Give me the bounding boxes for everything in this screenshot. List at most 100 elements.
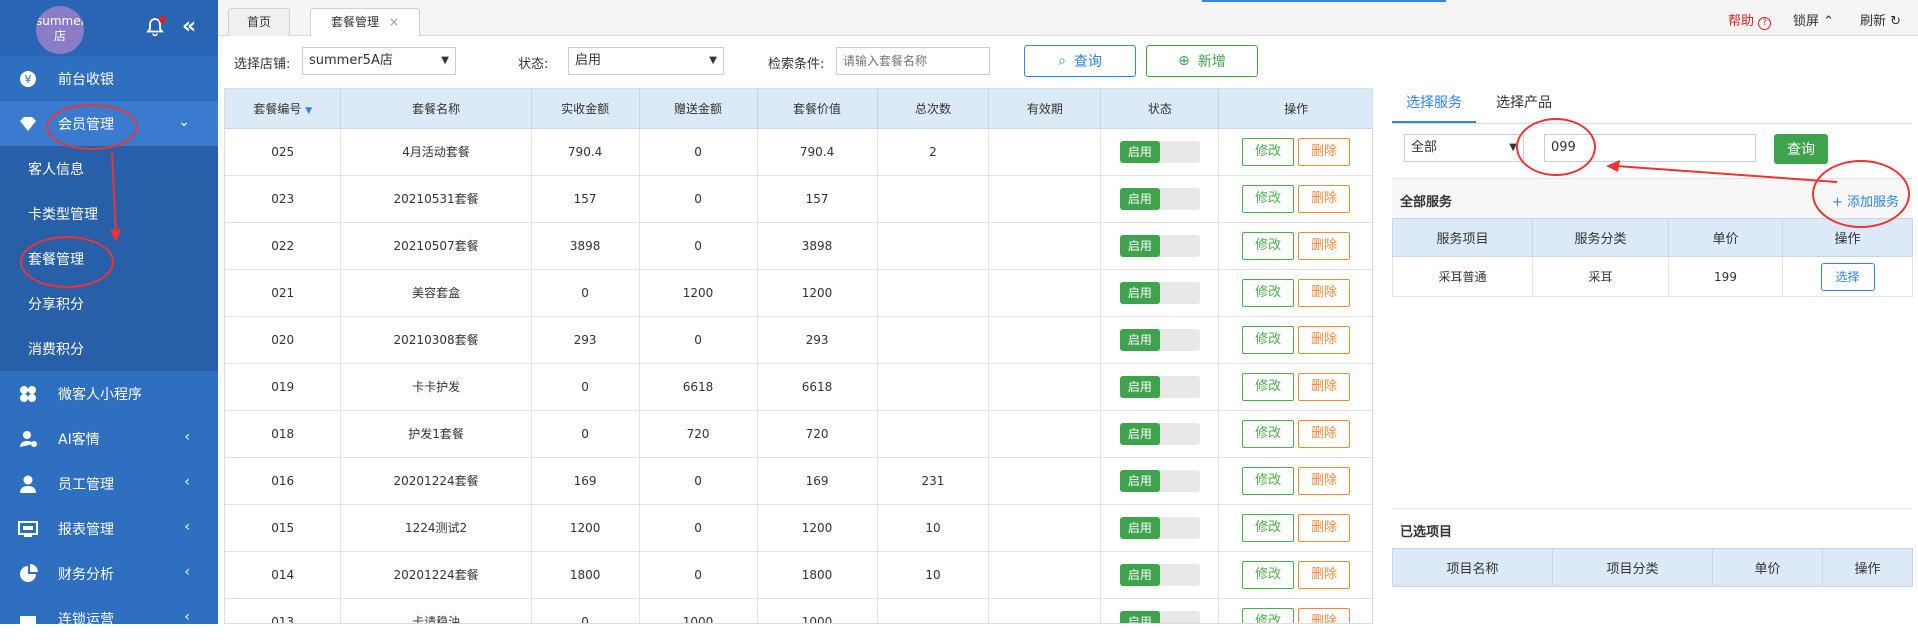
table-cell: 采耳普通 <box>1392 256 1533 297</box>
sidebar-sub-label: 客人信息 <box>28 161 84 178</box>
delete-button[interactable]: 删除 <box>1298 325 1351 354</box>
edit-button[interactable]: 修改 <box>1242 278 1295 307</box>
delete-button[interactable]: 删除 <box>1298 419 1351 448</box>
delete-button[interactable]: 删除 <box>1298 231 1351 260</box>
table-cell: 0 <box>531 363 640 411</box>
table-cell: 157 <box>531 175 640 223</box>
miniapp-icon <box>16 384 40 404</box>
table-cell: 0 <box>639 457 758 505</box>
sidebar-item-label: 财务分析 <box>58 566 114 583</box>
delete-button[interactable]: 删除 <box>1298 372 1351 401</box>
table-row: 013 卡请稳油 0 1000 1000 启用 修改 删除 <box>225 598 1372 623</box>
help-link[interactable]: 帮助 ? <box>1728 10 1772 30</box>
edit-button[interactable]: 修改 <box>1242 419 1295 448</box>
sidebar-item-cashier[interactable]: ¥ 前台收银 <box>0 56 218 101</box>
column-header[interactable]: 套餐编号 ▼ <box>225 89 342 129</box>
status-select[interactable]: 启用 ▼ <box>568 47 724 75</box>
delete-button[interactable]: 删除 <box>1298 137 1351 166</box>
delete-button[interactable]: 删除 <box>1298 513 1351 542</box>
delete-button[interactable]: 删除 <box>1298 278 1351 307</box>
status-toggle[interactable]: 启用 <box>1119 469 1200 492</box>
sidebar-brand: summer5A店 « <box>0 0 218 56</box>
collapse-sidebar-icon[interactable]: « <box>182 14 196 39</box>
chevron-left-icon: ‹ <box>184 564 190 580</box>
search-input[interactable] <box>836 47 990 75</box>
bell-icon[interactable] <box>144 16 166 38</box>
sidebar-sub-share-points[interactable]: 分享积分 <box>0 281 218 326</box>
status-toggle[interactable]: 启用 <box>1119 140 1200 163</box>
sort-icon[interactable]: ▼ <box>305 106 312 116</box>
status-toggle[interactable]: 启用 <box>1119 328 1200 351</box>
sidebar-sub-label: 消费积分 <box>28 341 84 358</box>
tab-select-product[interactable]: 选择产品 <box>1496 92 1552 112</box>
sidebar-item-staff[interactable]: 员工管理 ‹ <box>0 461 218 506</box>
add-button[interactable]: ⊕ 新增 <box>1146 45 1258 77</box>
edit-button[interactable]: 修改 <box>1242 372 1295 401</box>
status-cell: 启用 <box>1100 551 1220 599</box>
table-cell: 1200 <box>639 269 758 317</box>
refresh-button[interactable]: 刷新 ↻ <box>1860 10 1901 29</box>
chevron-up-icon: ⌃ <box>1823 14 1835 29</box>
tab-select-service[interactable]: 选择服务 <box>1406 92 1462 112</box>
delete-button[interactable]: 删除 <box>1298 184 1351 213</box>
table-cell: 2 <box>877 128 990 176</box>
delete-button[interactable]: 删除 <box>1298 607 1351 623</box>
edit-button[interactable]: 修改 <box>1242 231 1295 260</box>
edit-button[interactable]: 修改 <box>1242 513 1295 542</box>
sidebar-sub-label: 分享积分 <box>28 296 84 313</box>
store-select[interactable]: summer5A店 ▼ <box>302 47 456 75</box>
table-row: 025 4月活动套餐 790.4 0 790.4 2 启用 修改 删除 <box>225 128 1372 176</box>
tab-package[interactable]: 套餐管理 × <box>310 8 420 36</box>
toggle-label: 启用 <box>1119 563 1160 586</box>
annotation-arrow <box>1606 160 1838 183</box>
table-cell: 3898 <box>531 222 640 270</box>
action-cell: 修改 删除 <box>1218 457 1372 505</box>
query-button[interactable]: ⌕ 查询 <box>1024 45 1136 77</box>
status-toggle[interactable]: 启用 <box>1119 610 1200 623</box>
status-toggle[interactable]: 启用 <box>1119 563 1200 586</box>
edit-button[interactable]: 修改 <box>1242 466 1295 495</box>
status-toggle[interactable]: 启用 <box>1119 234 1200 257</box>
status-cell: 启用 <box>1100 316 1220 364</box>
table-cell: 1200 <box>757 269 878 317</box>
sidebar-item-report[interactable]: 报表管理 ‹ <box>0 506 218 551</box>
select-service-button[interactable]: 选择 <box>1820 262 1875 291</box>
table-cell: 199 <box>1668 256 1783 297</box>
delete-button[interactable]: 删除 <box>1298 560 1351 589</box>
filter-bar: 选择店铺: summer5A店 ▼ 状态: 启用 ▼ 检索条件: ⌕ 查询 ⊕ 新增 <box>218 37 1918 84</box>
lock-screen-button[interactable]: 锁屏 ⌃ <box>1793 10 1834 29</box>
edit-button[interactable]: 修改 <box>1242 560 1295 589</box>
sidebar-item-miniapp[interactable]: 微客人小程序 <box>0 371 218 416</box>
edit-button[interactable]: 修改 <box>1242 607 1295 623</box>
status-toggle[interactable]: 启用 <box>1119 281 1200 304</box>
status-toggle[interactable]: 启用 <box>1119 187 1200 210</box>
action-cell: 修改 删除 <box>1218 504 1372 552</box>
selected-header: 已选项目 <box>1392 508 1912 548</box>
edit-button[interactable]: 修改 <box>1242 325 1295 354</box>
delete-button[interactable]: 删除 <box>1298 466 1351 495</box>
table-cell: 1000 <box>639 598 758 623</box>
sidebar-item-ai[interactable]: AI客情 ‹ <box>0 416 218 461</box>
table-cell: 1800 <box>757 551 878 599</box>
action-cell: 修改 删除 <box>1218 222 1372 270</box>
status-toggle[interactable]: 启用 <box>1119 516 1200 539</box>
table-cell: 20210507套餐 <box>340 222 532 270</box>
category-select[interactable]: 全部 ▼ <box>1404 134 1524 162</box>
avatar[interactable]: summer5A店 <box>36 6 84 54</box>
table-row: 022 20210507套餐 3898 0 3898 启用 修改 删除 <box>225 222 1372 270</box>
edit-button[interactable]: 修改 <box>1242 137 1295 166</box>
sidebar-item-finance[interactable]: 财务分析 ‹ <box>0 551 218 596</box>
status-toggle[interactable]: 启用 <box>1119 422 1200 445</box>
sidebar-item-chain[interactable]: 连锁运营 ‹ <box>0 596 218 641</box>
edit-button[interactable]: 修改 <box>1242 184 1295 213</box>
table-cell <box>988 410 1102 458</box>
table-row: 021 美容套盒 0 1200 1200 启用 修改 删除 <box>225 269 1372 317</box>
table-row: 018 护发1套餐 0 720 720 启用 修改 删除 <box>225 410 1372 458</box>
sidebar-item-label: 报表管理 <box>58 521 114 538</box>
table-cell: 20210531套餐 <box>340 175 532 223</box>
table-cell <box>988 598 1102 623</box>
close-icon[interactable]: × <box>389 15 399 29</box>
status-toggle[interactable]: 启用 <box>1119 375 1200 398</box>
tab-home[interactable]: 首页 <box>228 8 290 36</box>
sidebar-sub-consume-points[interactable]: 消费积分 <box>0 326 218 371</box>
